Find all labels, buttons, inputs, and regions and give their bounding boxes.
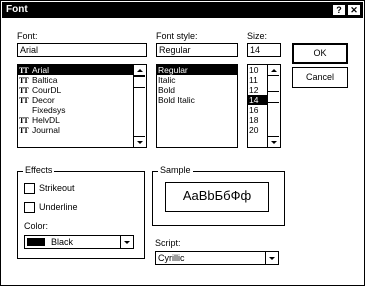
scroll-down-arrow-icon[interactable] (134, 136, 145, 147)
size-list-item-label: 18 (249, 115, 259, 125)
font-list-item[interactable]: TT CourDL (18, 85, 146, 95)
font-list-item[interactable]: TT Journal (18, 125, 146, 135)
font-list-item-label: Baltica (32, 75, 58, 85)
font-style-list-rows: Regular Italic Bold Bold Italic (157, 65, 237, 105)
scroll-up-arrow-icon[interactable] (268, 65, 279, 76)
color-value: Black (51, 237, 74, 247)
font-list-item[interactable]: TT HelvDL (18, 115, 146, 125)
ok-button[interactable]: OK (292, 43, 348, 64)
font-list-item-label: Journal (32, 125, 60, 135)
script-label: Script: (155, 238, 181, 248)
strikeout-label: Strikeout (39, 183, 75, 193)
size-list-item-label: 12 (249, 85, 259, 95)
style-list-item-label: Bold Italic (158, 95, 195, 105)
color-dropdown[interactable]: Black (24, 235, 134, 249)
font-list-item[interactable]: TT Baltica (18, 75, 146, 85)
font-list[interactable]: TT Arial TT Baltica TT CourDL TT Decor Fixedsys T… (17, 64, 147, 148)
scroll-up-arrow-icon[interactable] (134, 65, 145, 76)
style-list-item-label: Regular (158, 65, 188, 75)
style-list-item[interactable]: Regular (157, 65, 237, 75)
size-list[interactable]: 10 11 12 14 16 18 20 (247, 64, 281, 148)
scroll-down-arrow-icon[interactable] (268, 136, 279, 147)
cancel-button[interactable]: Cancel (292, 67, 348, 88)
window-title: Font (6, 4, 28, 15)
font-style-list[interactable]: Regular Italic Bold Bold Italic (156, 64, 238, 148)
underline-checkbox[interactable] (24, 202, 35, 213)
size-label: Size: (247, 31, 268, 41)
font-list-item-label: Decor (32, 95, 55, 105)
font-label: Font: (17, 31, 38, 41)
font-list-item-label: Arial (32, 65, 50, 75)
script-dropdown[interactable]: Cyrillic (155, 251, 279, 265)
font-list-item[interactable]: Fixedsys (18, 105, 146, 115)
scroll-thumb[interactable] (268, 91, 279, 103)
font-style-field[interactable]: Regular (156, 43, 238, 57)
chevron-down-icon[interactable] (265, 252, 278, 264)
font-name-field[interactable]: Arial (17, 43, 147, 57)
style-list-item-label: Bold (158, 85, 176, 95)
font-list-rows: TT Arial TT Baltica TT CourDL TT Decor Fixedsys T… (18, 65, 146, 135)
font-list-item-label: Fixedsys (32, 105, 66, 115)
font-dialog: Font ? ✕ Font: Arial TT Arial TT Baltica TT C… (0, 0, 365, 286)
font-list-scrollbar[interactable] (133, 65, 146, 147)
size-list-item-label: 10 (249, 65, 259, 75)
font-list-item[interactable]: TT Decor (18, 95, 146, 105)
color-label: Color: (24, 221, 49, 231)
font-list-item[interactable]: TT Arial (18, 65, 146, 75)
sample-preview: AaBbБбФф (165, 182, 269, 212)
style-list-item[interactable]: Italic (157, 75, 237, 85)
size-list-item-label: 16 (249, 105, 259, 115)
style-list-item[interactable]: Bold (157, 85, 237, 95)
font-style-label: Font style: (156, 31, 198, 41)
strikeout-checkbox[interactable] (24, 183, 35, 194)
style-list-item[interactable]: Bold Italic (157, 95, 237, 105)
truetype-icon: TT (19, 126, 29, 135)
scroll-thumb[interactable] (134, 76, 145, 88)
chevron-down-icon[interactable] (120, 236, 133, 248)
size-field[interactable]: 14 (247, 43, 281, 57)
sample-label: Sample (158, 165, 193, 175)
script-value: Cyrillic (158, 253, 185, 263)
color-swatch (27, 238, 45, 246)
help-button[interactable]: ? (332, 4, 346, 16)
size-list-item-label: 11 (249, 75, 258, 85)
size-list-scrollbar[interactable] (267, 65, 280, 147)
underline-label: Underline (39, 202, 78, 212)
font-list-item-label: HelvDL (32, 115, 60, 125)
size-list-item-label: 14 (249, 95, 259, 105)
style-list-item-label: Italic (158, 75, 176, 85)
font-list-item-label: CourDL (32, 85, 62, 95)
size-list-item-label: 20 (249, 125, 259, 135)
close-button[interactable]: ✕ (347, 4, 361, 16)
title-bar[interactable]: Font ? ✕ (2, 2, 363, 18)
effects-label: Effects (23, 165, 55, 175)
